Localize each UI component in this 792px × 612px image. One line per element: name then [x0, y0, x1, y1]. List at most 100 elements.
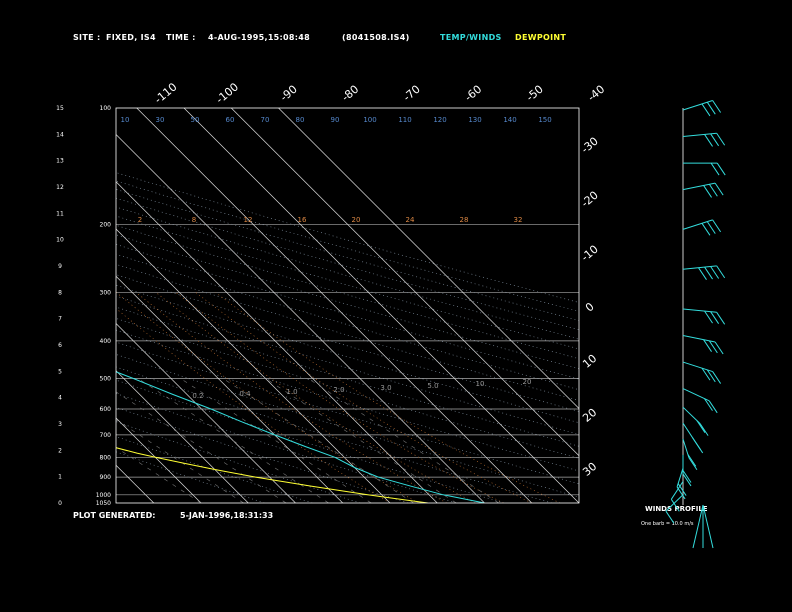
right-temperature-label: 20 — [580, 406, 599, 425]
wind-barb-shaft — [702, 504, 714, 549]
wind-barb-feather — [703, 185, 712, 198]
mixing-ratio-line — [265, 378, 457, 503]
wind-barb-shaft — [682, 219, 713, 230]
wind-barb-shaft — [692, 504, 704, 549]
mixing-ratio-label: 28 — [460, 216, 469, 224]
dry-adiabat-label: 10 — [121, 116, 130, 124]
pressure-tick-label: 800 — [100, 454, 112, 461]
moist-adiabat — [215, 292, 561, 503]
moist-label: 0.4 — [239, 390, 251, 398]
wind-barb-shaft — [682, 308, 717, 313]
wind-barb-shaft — [682, 100, 713, 111]
isotherm-line — [136, 108, 533, 503]
dry-adiabat-label: 50 — [191, 116, 200, 124]
dry-adiabat-label: 80 — [296, 116, 305, 124]
mixing-ratio-label: 24 — [406, 216, 415, 224]
top-temperature-label: -100 — [214, 80, 241, 106]
wind-barb-feather — [688, 457, 698, 471]
dry-adiabat-label: 110 — [398, 116, 411, 124]
height-tick-label: 15 — [56, 105, 64, 112]
wind-barb-feather — [712, 219, 722, 233]
moist-label: 5.0 — [427, 382, 438, 390]
right-temperature-label: -30 — [579, 135, 601, 157]
moist-label: 20 — [523, 378, 532, 386]
wind-barb-feather — [706, 101, 716, 115]
dry-adiabat — [116, 366, 552, 503]
wind-barb-feather — [701, 103, 711, 117]
isotherm-line — [116, 322, 296, 503]
mixing-ratio-label: 12 — [244, 216, 253, 224]
pressure-tick-label: 100 — [100, 105, 112, 112]
dry-adiabat — [116, 436, 313, 503]
pressure-tick-label: 400 — [100, 338, 112, 345]
wind-barb-feather — [710, 266, 720, 279]
plot-frame — [115, 107, 580, 504]
mixing-ratio-line — [116, 419, 244, 503]
dry-adiabat — [116, 341, 579, 485]
height-tick-label: 6 — [58, 342, 62, 349]
height-tick-label: 3 — [58, 421, 62, 428]
height-tick-label: 10 — [56, 237, 64, 244]
height-tick-label: 0 — [58, 500, 62, 507]
moist-label: 10 — [476, 380, 485, 388]
right-temperature-label: 0 — [583, 300, 597, 314]
height-tick-label: 12 — [56, 184, 64, 191]
isotherm-line — [116, 133, 485, 503]
wind-barb-feather — [699, 423, 709, 436]
height-tick-label: 4 — [58, 395, 62, 402]
pressure-tick-label: 1050 — [96, 500, 111, 507]
mixing-ratio-label: 2 — [138, 216, 142, 224]
dry-adiabat-label: 130 — [468, 116, 481, 124]
mixing-ratio-line — [180, 378, 372, 503]
wind-barb-feather — [706, 221, 716, 234]
wind-barb-feather — [716, 132, 726, 146]
dry-adiabat — [116, 393, 457, 503]
mixing-ratio-label: 32 — [514, 216, 523, 224]
wind-barb-feather — [712, 100, 722, 113]
top-temperature-label: -70 — [401, 83, 423, 105]
isotherm-line — [116, 464, 155, 503]
isotherm-line — [116, 417, 202, 503]
top-temperature-label: -90 — [278, 83, 300, 105]
wind-barb-feather — [704, 266, 713, 280]
isotherm-line — [278, 108, 579, 410]
wind-barb-feather — [696, 420, 706, 433]
dry-adiabat — [116, 354, 579, 498]
pressure-tick-label: 900 — [100, 474, 112, 481]
height-tick-label: 1 — [58, 474, 62, 481]
isotherm-line — [116, 181, 438, 503]
skewt-chart: 1002003004005006007008009001000105001234… — [0, 80, 726, 549]
dry-adiabat-label: 90 — [331, 116, 340, 124]
isotherm-line — [183, 108, 579, 503]
wind-barb-feather — [687, 454, 697, 467]
height-tick-label: 7 — [58, 316, 62, 323]
pressure-tick-label: 300 — [100, 290, 112, 297]
isotherm-line — [230, 108, 579, 457]
isotherm-line — [116, 370, 249, 503]
dry-adiabat-label: 120 — [433, 116, 446, 124]
height-tick-label: 2 — [58, 447, 62, 454]
dry-adiabat — [116, 421, 361, 503]
temperature-series-line — [116, 371, 485, 503]
mixing-ratio-label: 20 — [352, 216, 361, 224]
dry-adiabat-label: 150 — [538, 116, 551, 124]
right-temperature-label: 10 — [580, 352, 599, 371]
top-temperature-label: -50 — [524, 83, 546, 105]
isotherm-line — [116, 275, 344, 503]
right-temperature-label: -10 — [579, 243, 601, 265]
dewpoint-series-line — [116, 447, 428, 503]
height-tick-label: 5 — [58, 368, 62, 375]
top-temperature-label: -60 — [462, 83, 484, 105]
dry-adiabat-label: 100 — [363, 116, 376, 124]
moist-label: 3.0 — [380, 384, 391, 392]
isotherm-line — [0, 108, 59, 503]
top-temperature-label: -40 — [585, 83, 607, 105]
wind-barb-shaft — [682, 361, 713, 373]
height-tick-label: 11 — [56, 210, 64, 217]
mixing-ratio-label: 8 — [192, 216, 196, 224]
top-temperature-label: -80 — [339, 83, 361, 105]
wind-barb-feather — [710, 133, 720, 147]
wind-barb-feather — [712, 371, 722, 384]
pressure-tick-label: 1000 — [96, 492, 111, 499]
moist-label: 1.0 — [286, 388, 297, 396]
